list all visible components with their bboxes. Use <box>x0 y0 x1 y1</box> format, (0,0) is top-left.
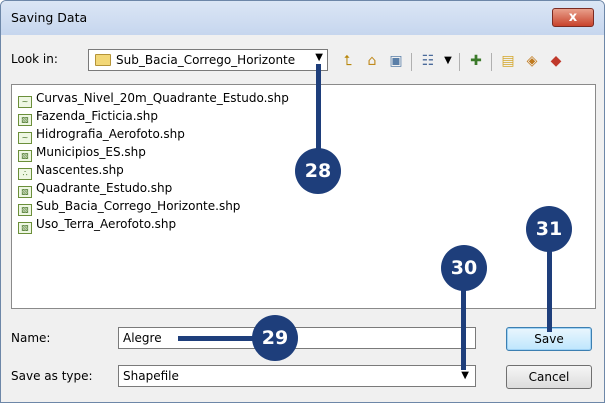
save-as-type-value: Shapefile <box>123 369 179 383</box>
toolbar-separator <box>491 53 492 71</box>
list-item[interactable]: ▧ Uso_Terra_Aerofoto.shp <box>18 215 176 234</box>
save-as-type-dropdown[interactable]: Shapefile ▼ <box>118 365 476 387</box>
add-data-icon[interactable]: ◈ <box>523 53 541 69</box>
list-item[interactable]: ~ Curvas_Nivel_20m_Quadrante_Estudo.shp <box>18 89 289 108</box>
connect-folder-icon[interactable]: ▣ <box>387 53 405 69</box>
save-as-type-label: Save as type: <box>11 369 93 383</box>
folder-icon <box>95 54 111 66</box>
name-label: Name: <box>11 331 51 345</box>
lookin-label: Look in: <box>11 52 58 66</box>
callout-line <box>461 280 466 370</box>
list-item[interactable]: ▧ Sub_Bacia_Corrego_Horizonte.shp <box>18 197 240 216</box>
chevron-down-icon: ▼ <box>461 370 469 381</box>
list-item[interactable]: ▧ Fazenda_Ficticia.shp <box>18 107 158 126</box>
toolbar-separator <box>459 53 460 71</box>
list-item[interactable]: ▧ Municipios_ES.shp <box>18 143 146 162</box>
toolbox-icon[interactable]: ◆ <box>547 53 565 69</box>
title-bar: Saving Data x <box>1 1 604 35</box>
callout-line <box>547 250 552 332</box>
lookin-value: Sub_Bacia_Corrego_Horizonte <box>116 53 296 67</box>
toolbar-separator <box>411 53 412 71</box>
file-list[interactable]: ~ Curvas_Nivel_20m_Quadrante_Estudo.shp ▧… <box>11 84 596 309</box>
callout-30: 30 <box>441 245 487 291</box>
dialog-title: Saving Data <box>11 10 88 25</box>
view-options-icon[interactable]: ☷ <box>419 53 437 69</box>
callout-line <box>178 336 258 341</box>
cancel-button[interactable]: Cancel <box>506 365 592 389</box>
up-folder-icon[interactable]: ⮤ <box>339 53 357 69</box>
home-icon[interactable]: ⌂ <box>363 53 381 69</box>
list-item[interactable]: ~ Hidrografia_Aerofoto.shp <box>18 125 185 144</box>
new-folder-icon[interactable]: ✚ <box>467 53 485 69</box>
callout-31: 31 <box>526 206 572 252</box>
chevron-down-icon: ▼ <box>315 52 323 63</box>
lookin-dropdown[interactable]: Sub_Bacia_Corrego_Horizonte ▼ <box>88 49 328 71</box>
list-item[interactable]: ▧ Quadrante_Estudo.shp <box>18 179 172 198</box>
save-dialog: Saving Data x Look in: Sub_Bacia_Corrego… <box>0 0 605 403</box>
chevron-down-icon[interactable]: ▼ <box>439 53 457 69</box>
callout-28: 28 <box>295 148 341 194</box>
polygon-shapefile-icon: ▧ <box>18 222 32 234</box>
callout-29: 29 <box>252 315 298 361</box>
list-item[interactable]: ∴ Nascentes.shp <box>18 161 124 180</box>
lookin-row: Look in: Sub_Bacia_Corrego_Horizonte ▼ ⮤… <box>1 41 604 77</box>
close-button[interactable]: x <box>552 8 594 27</box>
catalog-icon[interactable]: ▤ <box>499 53 517 69</box>
